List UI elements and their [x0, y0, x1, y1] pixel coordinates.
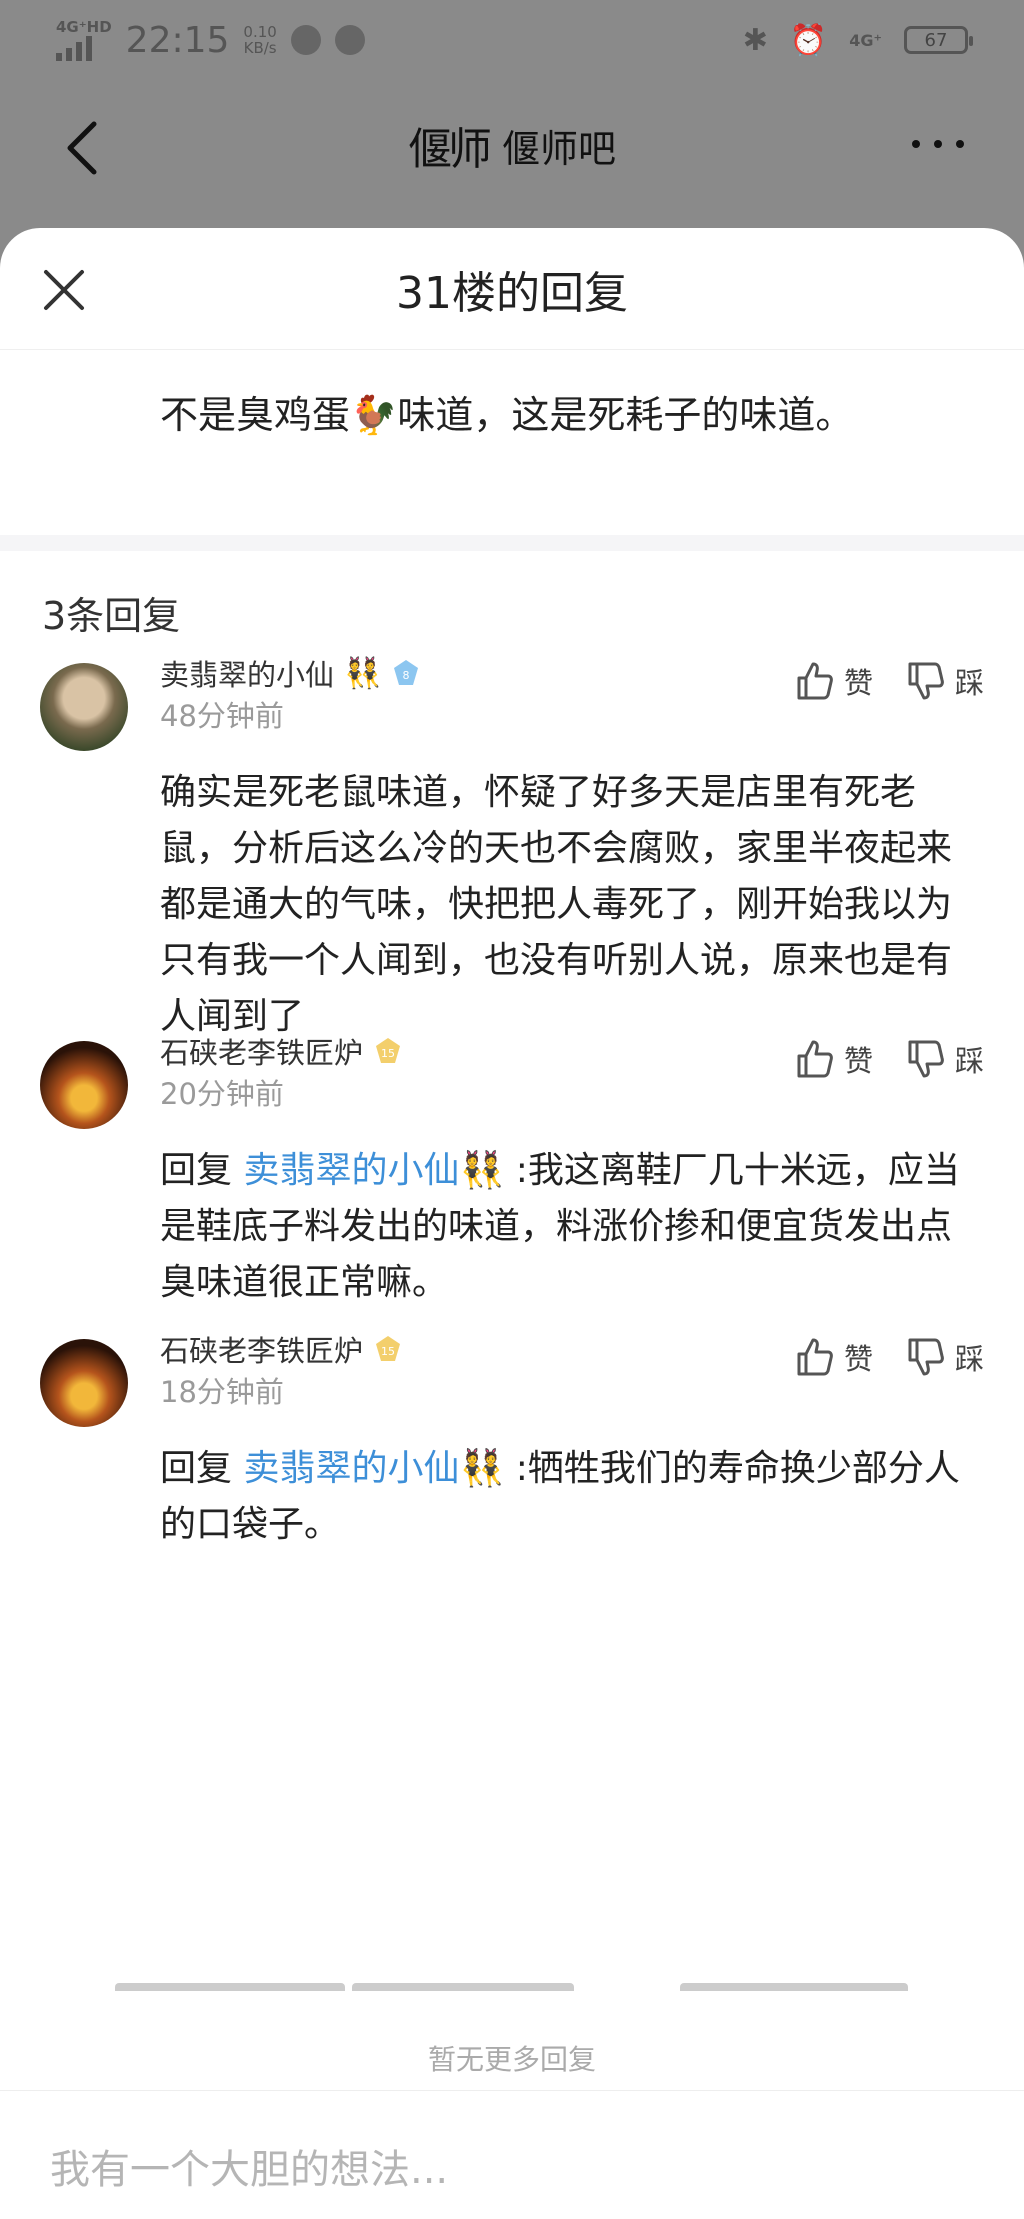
- thumbs-down-icon: [908, 1040, 944, 1078]
- speed-unit: KB/s: [243, 39, 277, 57]
- thumbs-down-icon: [908, 1338, 944, 1376]
- dislike-label: 踩: [954, 1342, 984, 1376]
- like-button[interactable]: 赞: [796, 1336, 873, 1378]
- reply-item: 卖翡翠的小仙 👯 8 48分钟前 赞 踩 确实是死老鼠味道，怀疑了好多天是店里有…: [0, 651, 1024, 1037]
- reply-prefix: 回复: [160, 1448, 244, 1489]
- reply-username[interactable]: 石硖老李铁匠炉: [160, 1328, 363, 1370]
- reply-content: 确实是死老鼠味道，怀疑了好多天是店里有死老鼠，分析后这么冷的天也不会腐败，家里半…: [160, 765, 984, 1045]
- like-label: 赞: [843, 666, 873, 700]
- avatar[interactable]: [40, 1339, 128, 1427]
- back-arrow-icon[interactable]: [60, 118, 104, 178]
- mention-emoji: 👯: [459, 1448, 505, 1489]
- like-label: 赞: [843, 1044, 873, 1078]
- reply-prefix: 回复: [160, 1150, 244, 1191]
- battery-level: 67: [924, 29, 948, 51]
- top-navbar: 偃师 偃师吧: [0, 80, 1024, 210]
- dislike-button[interactable]: 踩: [907, 1336, 984, 1378]
- avatar[interactable]: [40, 1041, 128, 1129]
- level-badge-icon: 8: [391, 658, 421, 688]
- message-notification-icon: [334, 25, 365, 55]
- sheet-header: 31楼的回复: [0, 228, 1024, 350]
- speed-value: 0.10: [243, 23, 277, 41]
- dislike-button[interactable]: 踩: [907, 1038, 984, 1080]
- network-right-label: 4G⁺: [849, 30, 882, 50]
- reply-item: 石硖老李铁匠炉 15 18分钟前 赞 踩 回复 卖翡翠的小仙👯:牺牲我们的寿命…: [0, 1327, 1024, 1567]
- reply-text: 确实是死老鼠味道，怀疑了好多天是店里有死老鼠，分析后这么冷的天也不会腐败，家里半…: [160, 772, 953, 1037]
- app-notification-icon: [290, 25, 321, 55]
- like-button[interactable]: 赞: [796, 1038, 873, 1080]
- thumbs-up-icon: [797, 1338, 833, 1376]
- bluetooth-icon: ✱: [742, 22, 768, 58]
- bottom-strips: [0, 1983, 1024, 1991]
- original-post-text: 不是臭鸡蛋🐓味道，这是死耗子的味道。: [160, 393, 854, 437]
- dislike-label: 踩: [954, 1044, 984, 1078]
- reply-sheet: 31楼的回复 不是臭鸡蛋🐓味道，这是死耗子的味道。 3条回复 卖翡翠的小仙 👯 …: [0, 228, 1024, 2219]
- network-speed: 0.10 KB/s: [243, 24, 276, 56]
- status-bar: 4G⁺HD 22:15 0.10 KB/s ✱ ⏰ 4G⁺ 67: [0, 0, 1024, 80]
- section-divider: [0, 535, 1024, 551]
- reply-actions: 赞 踩: [796, 1327, 984, 1387]
- close-icon[interactable]: [40, 266, 88, 314]
- reply-actions: 赞 踩: [796, 1029, 984, 1089]
- mention-link[interactable]: 卖翡翠的小仙: [243, 1150, 459, 1191]
- no-more-replies: 暂无更多回复: [427, 2043, 596, 2076]
- sheet-title: 31楼的回复: [396, 267, 628, 319]
- svg-text:8: 8: [403, 669, 410, 682]
- avatar[interactable]: [40, 663, 128, 751]
- reply-content: 回复 卖翡翠的小仙👯 :牺牲我们的寿命换少部分人的口袋子。: [160, 1441, 984, 1553]
- status-time: 22:15: [125, 19, 230, 61]
- mention-emoji: 👯: [459, 1150, 505, 1191]
- dislike-label: 踩: [954, 666, 984, 700]
- dislike-button[interactable]: 踩: [907, 660, 984, 702]
- network-label: 4G⁺HD: [56, 17, 112, 36]
- level-badge-icon: 15: [373, 1334, 403, 1364]
- more-options-icon[interactable]: [912, 140, 964, 148]
- thumbs-up-icon: [797, 662, 833, 700]
- reply-content: 回复 卖翡翠的小仙👯 :我这离鞋厂几十米远，应当是鞋底子料发出的味道，料涨价掺和…: [160, 1143, 984, 1311]
- thumbs-up-icon: [797, 1040, 833, 1078]
- reply-item: 石硖老李铁匠炉 15 20分钟前 赞 踩 回复 卖翡翠的小仙👯:我这离鞋厂几十…: [0, 1029, 1024, 1327]
- svg-text:15: 15: [381, 1345, 395, 1358]
- reply-username[interactable]: 卖翡翠的小仙: [160, 652, 334, 694]
- reply-list: 卖翡翠的小仙 👯 8 48分钟前 赞 踩 确实是死老鼠味道，怀疑了好多天是店里有…: [0, 651, 1024, 1567]
- battery-icon: 67: [904, 26, 973, 54]
- forum-title: 偃师吧: [501, 126, 616, 171]
- reply-username[interactable]: 石硖老李铁匠炉: [160, 1030, 363, 1072]
- thumbs-down-icon: [908, 662, 944, 700]
- level-badge-icon: 15: [373, 1036, 403, 1066]
- forum-logo: 偃师: [407, 124, 492, 175]
- signal-icon: 4G⁺HD: [56, 17, 112, 61]
- reply-actions: 赞 踩: [796, 651, 984, 711]
- svg-text:15: 15: [381, 1047, 395, 1060]
- alarm-icon: ⏰: [789, 22, 828, 58]
- username-emoji: 👯: [344, 655, 382, 691]
- reply-input[interactable]: 我有一个大胆的想法...: [0, 2090, 1024, 2219]
- mention-link[interactable]: 卖翡翠的小仙: [243, 1448, 459, 1489]
- like-label: 赞: [843, 1342, 873, 1376]
- like-button[interactable]: 赞: [796, 660, 873, 702]
- reply-count: 3条回复: [42, 594, 181, 638]
